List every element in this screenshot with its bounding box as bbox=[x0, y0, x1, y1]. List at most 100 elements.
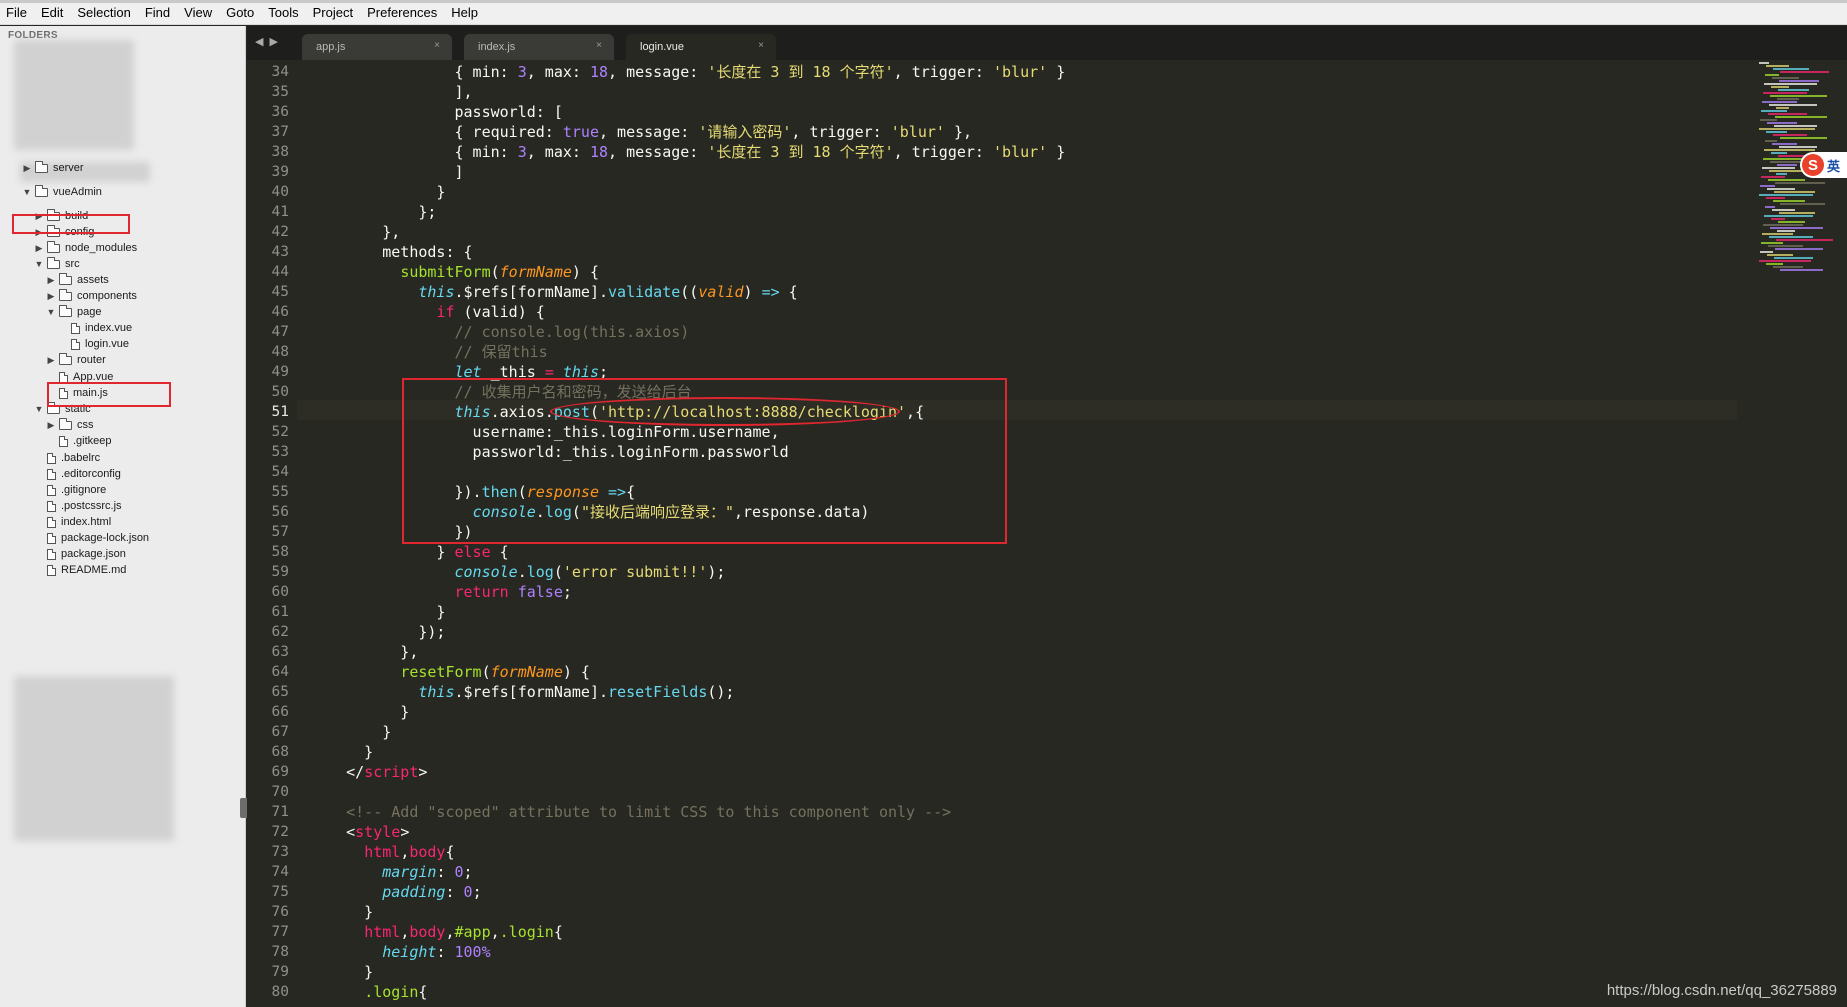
collapsed-arrow-icon[interactable]: ▶ bbox=[22, 163, 32, 174]
minimap-line bbox=[1763, 158, 1805, 160]
collapsed-arrow-icon[interactable]: ▶ bbox=[46, 291, 56, 302]
code-line[interactable]: methods: { bbox=[310, 242, 472, 262]
menu-preferences[interactable]: Preferences bbox=[367, 5, 437, 20]
code-line[interactable]: } else { bbox=[310, 542, 508, 562]
code-line[interactable]: this.$refs[formName].resetFields(); bbox=[310, 682, 734, 702]
tree-item-readme-md[interactable]: README.md bbox=[34, 561, 126, 579]
expanded-arrow-icon[interactable]: ▼ bbox=[46, 307, 56, 317]
code-token: { bbox=[418, 983, 428, 1001]
menu-tools[interactable]: Tools bbox=[268, 5, 298, 20]
code-token: , bbox=[400, 923, 410, 941]
minimap-line bbox=[1773, 200, 1805, 202]
close-icon[interactable]: × bbox=[434, 40, 440, 51]
code-line[interactable]: { min: 3, max: 18, message: '长度在 3 到 18 … bbox=[310, 142, 1065, 162]
code-line[interactable]: } bbox=[310, 602, 445, 622]
minimap-line bbox=[1780, 71, 1829, 73]
code-line[interactable]: height: 100% bbox=[310, 942, 490, 962]
code-line[interactable]: submitForm(formName) { bbox=[310, 262, 599, 282]
code-token: , message: bbox=[599, 123, 699, 141]
collapsed-arrow-icon[interactable]: ▶ bbox=[46, 420, 56, 431]
tab-index-js[interactable]: index.js × bbox=[464, 34, 614, 60]
code-line[interactable]: </script> bbox=[310, 762, 427, 782]
collapsed-arrow-icon[interactable]: ▶ bbox=[46, 275, 56, 286]
tab-login-vue[interactable]: login.vue × bbox=[626, 34, 776, 60]
code-token: 'blur' bbox=[993, 143, 1048, 161]
menu-edit[interactable]: Edit bbox=[41, 5, 63, 20]
code-token: <!-- Add "scoped" attribute to limit CSS… bbox=[346, 803, 952, 821]
code-line[interactable]: } bbox=[310, 182, 445, 202]
code-token: }); bbox=[310, 623, 446, 641]
code-token: 'blur' bbox=[890, 123, 945, 141]
expanded-arrow-icon[interactable]: ▼ bbox=[22, 187, 32, 197]
tree-item-vueadmin[interactable]: ▼ vueAdmin bbox=[22, 183, 102, 201]
code-line[interactable]: { min: 3, max: 18, message: '长度在 3 到 18 … bbox=[310, 62, 1065, 82]
code-line[interactable]: passworld: [ bbox=[310, 102, 562, 122]
line-number: 62 bbox=[271, 624, 289, 640]
code-line[interactable]: margin: 0; bbox=[310, 862, 473, 882]
menu-help[interactable]: Help bbox=[451, 5, 478, 20]
expanded-arrow-icon[interactable]: ▼ bbox=[34, 404, 44, 414]
code-line[interactable]: // 保留this bbox=[310, 342, 548, 362]
code-line[interactable]: html,body{ bbox=[310, 842, 454, 862]
code-line[interactable]: if (valid) { bbox=[310, 302, 544, 322]
code-line[interactable]: } bbox=[310, 962, 373, 982]
code-token: > bbox=[418, 763, 428, 781]
minimap-line bbox=[1771, 152, 1787, 154]
code-line[interactable]: html,body,#app,.login{ bbox=[310, 922, 563, 942]
code-line[interactable]: }, bbox=[310, 222, 400, 242]
code-line[interactable]: }); bbox=[310, 622, 445, 642]
minimap-line bbox=[1759, 62, 1769, 64]
code-line[interactable]: } bbox=[310, 702, 409, 722]
expanded-arrow-icon[interactable]: ▼ bbox=[34, 259, 44, 269]
code-token: ) { bbox=[571, 263, 599, 281]
tree-item-label: page bbox=[77, 306, 102, 318]
menu-find[interactable]: Find bbox=[145, 5, 170, 20]
menu-selection[interactable]: Selection bbox=[77, 5, 130, 20]
code-line[interactable]: ], bbox=[310, 82, 472, 102]
code-line[interactable]: <!-- Add "scoped" attribute to limit CSS… bbox=[310, 802, 951, 822]
menu-project[interactable]: Project bbox=[313, 5, 353, 20]
code-line[interactable]: .login{ bbox=[310, 982, 427, 1002]
code-line[interactable]: } bbox=[310, 722, 391, 742]
minimap-line bbox=[1759, 260, 1811, 262]
code-line[interactable]: } bbox=[310, 742, 373, 762]
line-number: 74 bbox=[271, 864, 289, 880]
collapsed-arrow-icon[interactable]: ▶ bbox=[34, 243, 44, 254]
line-number: 68 bbox=[271, 744, 289, 760]
code-line[interactable]: ] bbox=[310, 162, 463, 182]
code-line[interactable]: // console.log(this.axios) bbox=[310, 322, 690, 342]
tab-nav-arrows[interactable]: ◀▶ bbox=[255, 35, 284, 48]
close-icon[interactable]: × bbox=[758, 40, 764, 51]
tree-item-gitkeep[interactable]: .gitkeep bbox=[46, 432, 112, 450]
menu-goto[interactable]: Goto bbox=[226, 5, 254, 20]
code-line[interactable]: padding: 0; bbox=[310, 882, 481, 902]
code-line[interactable]: return false; bbox=[310, 582, 572, 602]
code-line[interactable]: resetForm(formName) { bbox=[310, 662, 590, 682]
line-number: 43 bbox=[271, 244, 289, 260]
code-line[interactable]: <style> bbox=[310, 822, 409, 842]
tree-item-server[interactable]: ▶ server bbox=[22, 159, 84, 177]
minimap-line bbox=[1764, 83, 1817, 85]
code-line[interactable]: }, bbox=[310, 642, 418, 662]
line-number: 40 bbox=[271, 184, 289, 200]
tab-app-js[interactable]: app.js × bbox=[302, 34, 452, 60]
collapsed-arrow-icon[interactable]: ▶ bbox=[46, 355, 56, 366]
minimap-line bbox=[1762, 167, 1795, 169]
code-line[interactable]: console.log('error submit!!'); bbox=[310, 562, 726, 582]
code-line[interactable]: } bbox=[310, 902, 373, 922]
tree-item-router[interactable]: ▶ router bbox=[46, 351, 106, 369]
close-icon[interactable]: × bbox=[596, 40, 602, 51]
code-line[interactable]: { required: true, message: '请输入密码', trig… bbox=[310, 122, 972, 142]
code-token: ; bbox=[463, 863, 473, 881]
ime-indicator[interactable]: S 英 bbox=[1800, 152, 1847, 178]
sogou-icon: S bbox=[1802, 154, 1824, 176]
code-line[interactable]: this.$refs[formName].validate((valid) =>… bbox=[310, 282, 797, 302]
minimap-line bbox=[1761, 110, 1787, 112]
code-token: { min: bbox=[310, 63, 518, 81]
menu-file[interactable]: File bbox=[6, 5, 27, 20]
code-line[interactable]: }; bbox=[310, 202, 436, 222]
minimap-line bbox=[1777, 230, 1795, 232]
code-token: } bbox=[310, 703, 410, 721]
menu-view[interactable]: View bbox=[184, 5, 212, 20]
